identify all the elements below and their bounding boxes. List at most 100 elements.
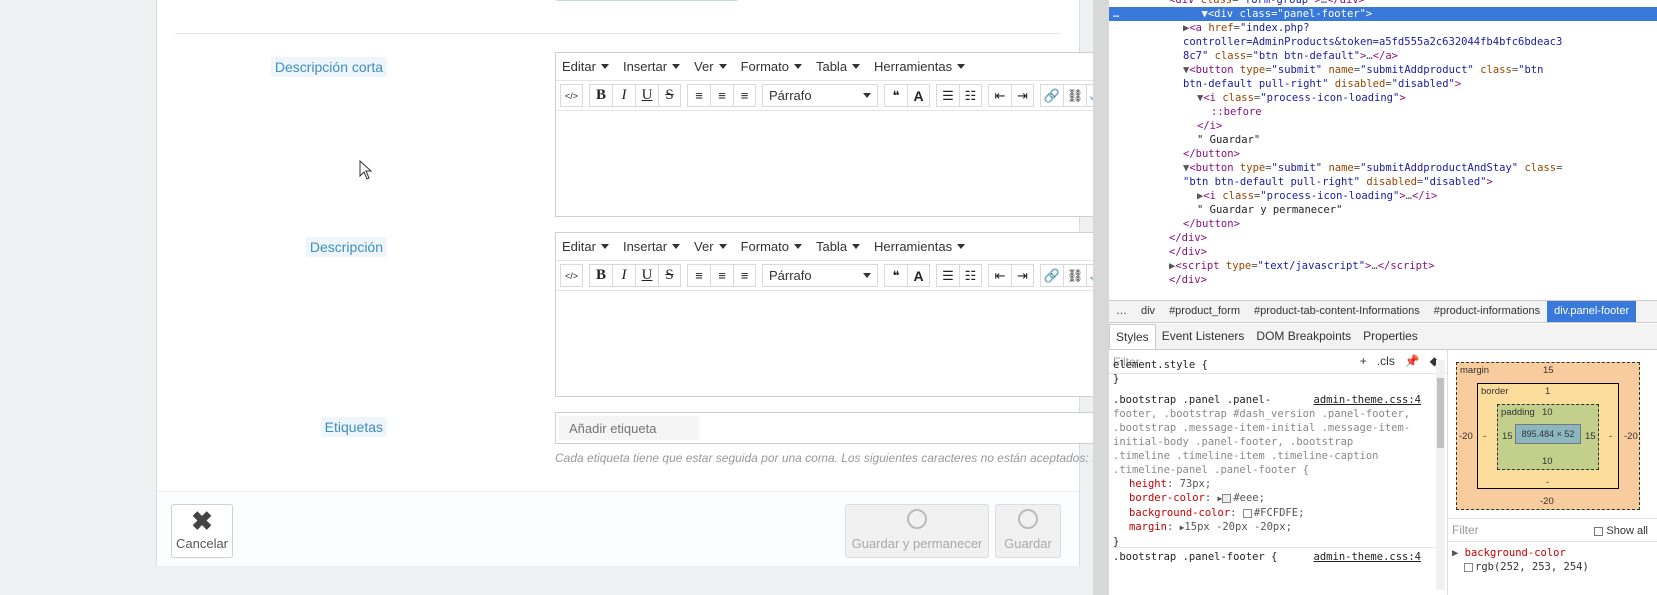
dom-node[interactable]: ▶<a href="index.php? [1183, 21, 1309, 35]
format-select[interactable]: Párrafo [762, 264, 878, 287]
dom-node[interactable]: "btn btn-default pull-right" disabled="d… [1183, 175, 1493, 189]
breadcrumb-item[interactable]: div [1134, 301, 1162, 322]
breadcrumb-item[interactable]: #product-informations [1427, 301, 1547, 322]
tab-styles[interactable]: Styles [1109, 324, 1156, 349]
menu-formato[interactable]: Formato [741, 59, 802, 74]
computed-property[interactable]: ▶ background-color rgb(252, 253, 254) [1452, 546, 1589, 574]
show-all-toggle[interactable]: Show all [1594, 525, 1648, 537]
dom-tree[interactable]: <div class="form-group">…</div>… ▼<div c… [1109, 0, 1657, 300]
tags-input[interactable] [559, 416, 699, 440]
align-left-icon[interactable]: ≡ [687, 84, 710, 107]
strikethrough-icon[interactable]: S [658, 264, 681, 287]
breadcrumb-item[interactable]: div.panel-footer [1547, 301, 1637, 322]
color-swatch-icon[interactable] [1242, 508, 1252, 518]
menu-ver[interactable]: Ver [694, 59, 727, 74]
dom-node[interactable]: " Guardar" [1197, 133, 1260, 147]
outdent-icon[interactable]: ⇤ [988, 84, 1011, 107]
styles-scrollbar[interactable] [1436, 360, 1445, 590]
menu-ver[interactable]: Ver [694, 239, 727, 254]
align-right-icon[interactable]: ≡ [733, 84, 756, 107]
breadcrumb-item[interactable]: #product-tab-content-Informations [1247, 301, 1427, 322]
tab-dom-breakpoints[interactable]: DOM Breakpoints [1250, 324, 1357, 349]
menu-editar[interactable]: Editar [562, 59, 609, 74]
indent-icon[interactable]: ⇥ [1011, 84, 1034, 107]
dom-node[interactable]: ::before [1211, 105, 1262, 119]
numbered-list-icon[interactable]: ☷ [959, 264, 982, 287]
color-swatch-icon[interactable] [1222, 493, 1232, 503]
pin-icon[interactable]: 📌 [1405, 354, 1420, 368]
previous-field[interactable] [555, 0, 739, 1]
dom-node[interactable]: controller=AdminProducts&token=a5fd555a2… [1183, 35, 1562, 49]
underline-icon[interactable]: U [635, 84, 658, 107]
menu-editar[interactable]: Editar [562, 239, 609, 254]
menu-tabla[interactable]: Tabla [816, 59, 861, 74]
dom-node[interactable]: btn-default pull-right" disabled="disabl… [1183, 77, 1461, 91]
menu-insertar[interactable]: Insertar [623, 239, 681, 254]
bold-icon[interactable]: B [589, 264, 612, 287]
dom-node[interactable]: </i> [1197, 119, 1222, 133]
dom-node[interactable]: ▼<button type="submit" name="submitAddpr… [1183, 161, 1562, 175]
align-left-icon[interactable]: ≡ [687, 264, 710, 287]
style-property[interactable]: margin: ▶15px -20px -20px; [1113, 520, 1435, 535]
font-color-icon[interactable]: A [907, 264, 930, 287]
dom-node[interactable]: </div> [1169, 245, 1207, 259]
dom-node[interactable]: ▶<script type="text/javascript">…</scrip… [1169, 259, 1435, 273]
save-and-stay-button[interactable]: Guardar y permanecer [845, 504, 989, 558]
numbered-list-icon[interactable]: ☷ [959, 84, 982, 107]
blockquote-icon[interactable]: ❝ [884, 84, 907, 107]
dom-node-selected[interactable]: … ▼<div class="panel-footer"> [1109, 7, 1657, 21]
dom-node[interactable]: 8c7" class="btn btn-default">…</a> [1183, 49, 1398, 63]
menu-tabla[interactable]: Tabla [816, 239, 861, 254]
dom-node[interactable]: </div> [1169, 273, 1207, 287]
menu-herramientas[interactable]: Herramientas [874, 239, 966, 254]
menu-herramientas[interactable]: Herramientas [874, 59, 966, 74]
format-select[interactable]: Párrafo [762, 84, 878, 107]
bold-icon[interactable]: B [589, 84, 612, 107]
italic-icon[interactable]: I [612, 84, 635, 107]
strikethrough-icon[interactable]: S [658, 84, 681, 107]
indent-icon[interactable]: ⇥ [1011, 264, 1034, 287]
font-color-icon[interactable]: A [907, 84, 930, 107]
dom-node[interactable]: </button> [1183, 217, 1240, 231]
code-icon[interactable]: </> [560, 264, 583, 287]
dom-node[interactable]: </button> [1183, 147, 1240, 161]
tab-event-listeners[interactable]: Event Listeners [1156, 324, 1251, 349]
outdent-icon[interactable]: ⇤ [988, 264, 1011, 287]
link-icon[interactable]: 🔗 [1040, 84, 1063, 107]
italic-icon[interactable]: I [612, 264, 635, 287]
blockquote-icon[interactable]: ❝ [884, 264, 907, 287]
computed-filter[interactable]: Filter Show all [1448, 518, 1657, 542]
devtools-splitter[interactable] [1093, 0, 1109, 595]
menu-formato[interactable]: Formato [741, 239, 802, 254]
dom-node[interactable]: ▼<i class="process-icon-loading"> [1197, 91, 1406, 105]
style-property[interactable]: height: 73px; [1113, 477, 1435, 491]
save-button[interactable]: Guardar [995, 504, 1061, 558]
breadcrumb-item[interactable]: #product_form [1162, 301, 1247, 322]
link-icon[interactable]: 🔗 [1040, 264, 1063, 287]
align-center-icon[interactable]: ≡ [710, 84, 733, 107]
unlink-icon[interactable]: ⛓ [1063, 264, 1086, 287]
dom-node[interactable]: <div class="form-group">…</div> [1169, 0, 1365, 7]
add-rule-icon[interactable]: + [1360, 354, 1367, 368]
dom-node[interactable]: ▶<i class="process-icon-loading">…</i> [1197, 189, 1437, 203]
class-toggle-button[interactable]: .cls [1377, 354, 1395, 368]
color-swatch-icon[interactable] [1464, 562, 1473, 572]
dom-node[interactable]: ▼<button type="submit" name="submitAddpr… [1183, 63, 1543, 77]
style-property[interactable]: background-color: #FCFDFE; [1113, 506, 1435, 520]
bullet-list-icon[interactable]: ☰ [936, 84, 959, 107]
align-right-icon[interactable]: ≡ [733, 264, 756, 287]
scrollbar-thumb[interactable] [1437, 378, 1444, 448]
style-property[interactable]: border-color: ▶ #eee; [1113, 491, 1435, 506]
computed-filter-input[interactable]: Filter [1452, 523, 1479, 537]
breadcrumb-item[interactable]: … [1109, 301, 1134, 322]
align-center-icon[interactable]: ≡ [710, 264, 733, 287]
checkbox-icon[interactable] [1594, 526, 1604, 536]
dom-node[interactable]: " Guardar y permanecer" [1197, 203, 1342, 217]
cancel-button[interactable]: ✖ Cancelar [171, 504, 233, 558]
unlink-icon[interactable]: ⛓ [1063, 84, 1086, 107]
rule-source-link[interactable]: admin-theme.css:4 [1314, 393, 1421, 407]
bullet-list-icon[interactable]: ☰ [936, 264, 959, 287]
menu-insertar[interactable]: Insertar [623, 59, 681, 74]
tab-properties[interactable]: Properties [1357, 324, 1424, 349]
code-icon[interactable]: </> [560, 84, 583, 107]
